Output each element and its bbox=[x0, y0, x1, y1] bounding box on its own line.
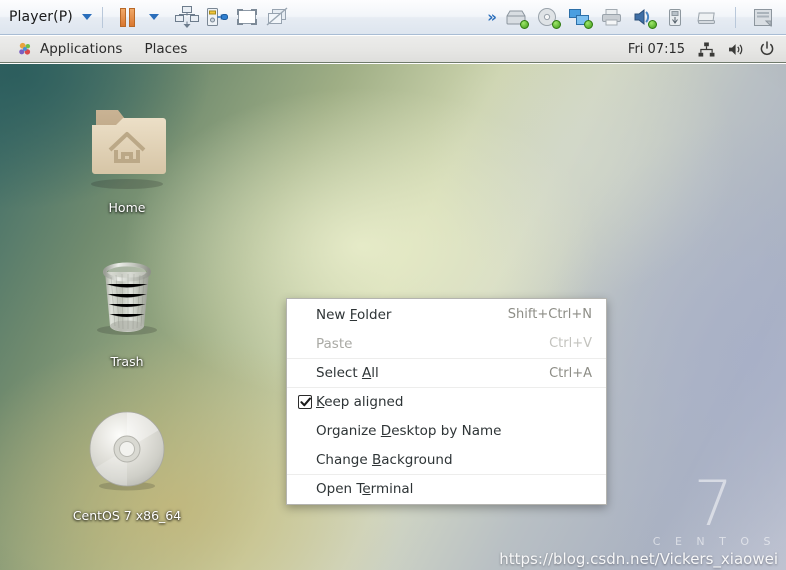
player-menu-button[interactable]: Player(P) bbox=[9, 9, 92, 25]
toolbar-status-icons: » bbox=[487, 0, 786, 34]
network-adapter-icon bbox=[568, 7, 593, 29]
connected-indicator bbox=[584, 19, 593, 29]
menu-item-paste: Paste Ctrl+V bbox=[287, 329, 606, 358]
cd-dvd-status-button[interactable] bbox=[533, 3, 563, 31]
menu-item-label: Change Background bbox=[316, 451, 453, 468]
usb-icon bbox=[664, 7, 688, 28]
cd-dvd-icon bbox=[536, 7, 561, 29]
pause-dropdown-button[interactable] bbox=[143, 3, 165, 31]
menu-item-label: Paste bbox=[316, 335, 353, 352]
chevron-down-icon bbox=[148, 14, 159, 20]
fullscreen-button[interactable] bbox=[232, 3, 262, 31]
double-chevron-right-icon[interactable]: » bbox=[487, 8, 497, 26]
applications-menu[interactable]: Applications bbox=[7, 39, 133, 59]
applications-label: Applications bbox=[40, 41, 123, 57]
menu-item-select-all[interactable]: Select All Ctrl+A bbox=[287, 358, 606, 387]
connected-indicator bbox=[552, 19, 561, 29]
home-folder-icon bbox=[90, 110, 166, 189]
desktop-area[interactable]: Home Trash CentOS 7 x86_64 7 C E N T O S… bbox=[0, 64, 786, 570]
desktop-context-menu: New Folder Shift+Ctrl+N Paste Ctrl+V Sel… bbox=[286, 298, 607, 505]
gnome-foot-icon bbox=[19, 42, 31, 55]
checkmark-icon bbox=[300, 397, 312, 407]
desktop-icon-label: Trash bbox=[110, 354, 144, 369]
trash-can-icon bbox=[96, 262, 157, 335]
power-icon[interactable] bbox=[759, 41, 775, 57]
keep-aligned-checkbox[interactable] bbox=[298, 395, 312, 409]
fullscreen-icon bbox=[236, 9, 257, 25]
usb-status-button[interactable] bbox=[661, 3, 691, 31]
blog-watermark: https://blog.csdn.net/Vickers_xiaowei bbox=[499, 550, 778, 568]
menu-item-accelerator: Ctrl+A bbox=[549, 365, 592, 381]
hard-disk-status-button[interactable] bbox=[501, 3, 531, 31]
desktop-icon-centos[interactable]: CentOS 7 x86_64 bbox=[67, 404, 187, 523]
menu-item-change-background[interactable]: Change Background bbox=[287, 445, 606, 474]
menu-item-label: Select All bbox=[316, 365, 379, 381]
printer-icon bbox=[600, 7, 624, 28]
network-icon[interactable] bbox=[698, 41, 715, 57]
desktop-icon-label: Home bbox=[108, 200, 146, 215]
toolbar-separator bbox=[101, 6, 103, 28]
removable-devices-button[interactable] bbox=[202, 3, 232, 31]
unity-mode-button[interactable] bbox=[262, 3, 292, 31]
menu-item-accelerator: Ctrl+V bbox=[549, 336, 592, 351]
menu-item-keep-aligned[interactable]: Keep aligned bbox=[287, 387, 606, 416]
unity-windows-icon bbox=[266, 7, 288, 26]
connected-indicator bbox=[648, 19, 657, 29]
pause-button[interactable] bbox=[113, 3, 143, 31]
places-label: Places bbox=[144, 41, 188, 57]
menu-item-label: New Folder bbox=[316, 306, 392, 323]
menu-item-accelerator: Shift+Ctrl+N bbox=[507, 307, 592, 322]
pause-icon bbox=[120, 7, 136, 27]
desktop-icon-trash[interactable]: Trash bbox=[67, 250, 187, 369]
sidebar-toggle-button[interactable] bbox=[748, 3, 778, 31]
power-plug-icon bbox=[206, 8, 228, 26]
connected-indicator bbox=[520, 19, 529, 29]
volume-icon[interactable] bbox=[728, 42, 746, 57]
menu-item-organize-desktop[interactable]: Organize Desktop by Name bbox=[287, 416, 606, 445]
places-menu[interactable]: Places bbox=[133, 39, 198, 59]
menu-item-label: Open Terminal bbox=[316, 481, 414, 497]
chevron-down-icon[interactable] bbox=[81, 14, 92, 20]
panel-clock[interactable]: Fri 07:15 bbox=[628, 42, 685, 57]
player-menu-label: Player(P) bbox=[9, 9, 73, 25]
toolbar-separator bbox=[735, 6, 736, 28]
cd-disc-icon bbox=[89, 411, 164, 491]
sound-card-status-button[interactable] bbox=[629, 3, 659, 31]
snapshot-button[interactable] bbox=[172, 3, 202, 31]
printer-status-button[interactable] bbox=[597, 3, 627, 31]
network-adapter-status-button[interactable] bbox=[565, 3, 595, 31]
menu-item-open-terminal[interactable]: Open Terminal bbox=[287, 474, 606, 503]
hard-disk-icon bbox=[504, 7, 529, 29]
sound-card-icon bbox=[632, 7, 657, 29]
desktop-icon-home[interactable]: Home bbox=[67, 96, 187, 215]
sidebar-panel-icon bbox=[754, 8, 772, 27]
desktop-icon-label: CentOS 7 x86_64 bbox=[72, 508, 182, 523]
menu-item-label: Keep aligned bbox=[316, 394, 404, 410]
toolbar-left-group: Player(P) bbox=[0, 0, 292, 34]
panel-right-group: Fri 07:15 bbox=[628, 41, 786, 57]
snapshot-icon bbox=[174, 6, 199, 28]
display-status-button[interactable] bbox=[693, 3, 723, 31]
display-icon bbox=[696, 7, 720, 28]
menu-item-new-folder[interactable]: New Folder Shift+Ctrl+N bbox=[287, 300, 606, 329]
gnome-top-panel: Applications Places Fri 07:15 bbox=[0, 36, 786, 63]
panel-left-group: Applications Places bbox=[0, 39, 198, 59]
vmware-player-toolbar: Player(P) » bbox=[0, 0, 786, 35]
menu-item-label: Organize Desktop by Name bbox=[316, 422, 502, 439]
